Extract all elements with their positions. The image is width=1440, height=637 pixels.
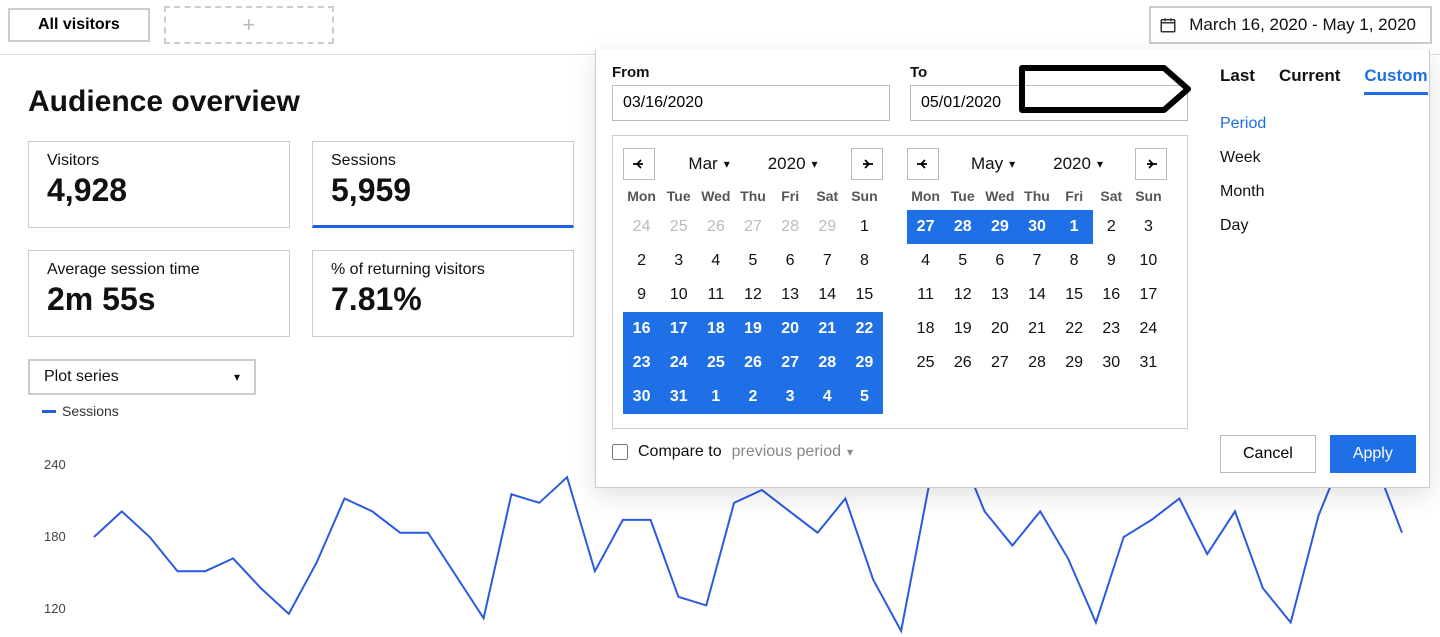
date-picker-main: From To M bbox=[596, 50, 1204, 487]
arrow-right-icon bbox=[859, 156, 875, 172]
cursor-annotation bbox=[1018, 64, 1194, 114]
compare-row: Compare to previous period ▾ bbox=[612, 443, 1188, 461]
calendar-to: May ▾ 2020 ▾ MonTueWedThuFriSatSun 27282… bbox=[907, 148, 1167, 414]
plot-series-label: Plot series bbox=[44, 368, 119, 386]
tab-custom[interactable]: Custom bbox=[1364, 64, 1427, 95]
tab-current[interactable]: Current bbox=[1279, 64, 1340, 95]
period-option-month[interactable]: Month bbox=[1220, 183, 1413, 201]
stat-value: 5,959 bbox=[331, 172, 555, 209]
date-range-label: March 16, 2020 - May 1, 2020 bbox=[1185, 8, 1430, 42]
plot-series-dropdown[interactable]: Plot series ▾ bbox=[28, 359, 256, 395]
chevron-down-icon: ▾ bbox=[812, 157, 818, 171]
chevron-down-icon: ▾ bbox=[724, 157, 730, 171]
stat-card-avg-session[interactable]: Average session time 2m 55s bbox=[28, 250, 290, 337]
prev-month-button[interactable] bbox=[623, 148, 655, 180]
stat-card-sessions[interactable]: Sessions 5,959 bbox=[312, 141, 574, 228]
stat-label: Sessions bbox=[331, 152, 555, 170]
period-option-day[interactable]: Day bbox=[1220, 217, 1413, 235]
legend-swatch bbox=[42, 410, 56, 413]
chevron-down-icon: ▾ bbox=[234, 370, 240, 384]
arrow-left-icon bbox=[915, 156, 931, 172]
period-options: Period Week Month Day bbox=[1220, 115, 1413, 235]
add-segment-button[interactable]: + bbox=[164, 6, 334, 44]
period-option-week[interactable]: Week bbox=[1220, 149, 1413, 167]
calendar-to-header: May ▾ 2020 ▾ bbox=[907, 148, 1167, 180]
date-inputs-row: From To bbox=[612, 64, 1188, 121]
calendar-from-grid[interactable]: 2425262728291234567891011121314151617181… bbox=[623, 210, 883, 414]
cancel-button[interactable]: Cancel bbox=[1220, 435, 1316, 473]
tab-last[interactable]: Last bbox=[1220, 64, 1255, 95]
next-month-button[interactable] bbox=[1135, 148, 1167, 180]
apply-button[interactable]: Apply bbox=[1330, 435, 1416, 473]
from-date-col: From bbox=[612, 64, 890, 121]
period-option-period[interactable]: Period bbox=[1220, 115, 1413, 133]
chevron-down-icon: ▾ bbox=[1009, 157, 1015, 171]
legend-series-name: Sessions bbox=[62, 403, 119, 419]
calendar-icon bbox=[1151, 8, 1185, 42]
date-range-button[interactable]: March 16, 2020 - May 1, 2020 bbox=[1149, 6, 1432, 44]
calendars: Mar ▾ 2020 ▾ MonTueWedThuFriSatSun 24252… bbox=[623, 148, 1177, 414]
calendar-from: Mar ▾ 2020 ▾ MonTueWedThuFriSatSun 24252… bbox=[623, 148, 883, 414]
prev-month-button[interactable] bbox=[907, 148, 939, 180]
range-tabs: Last Current Custom bbox=[1220, 64, 1413, 95]
compare-period-dropdown[interactable]: previous period ▾ bbox=[732, 443, 853, 461]
segment-all-visitors[interactable]: All visitors bbox=[8, 8, 150, 42]
y-tick: 180 bbox=[44, 529, 66, 544]
chevron-down-icon: ▾ bbox=[847, 445, 853, 459]
stat-card-returning[interactable]: % of returning visitors 7.81% bbox=[312, 250, 574, 337]
stat-label: Average session time bbox=[47, 261, 271, 279]
calendar-to-grid[interactable]: 2728293012345678910111213141516171819202… bbox=[907, 210, 1167, 380]
stat-value: 4,928 bbox=[47, 172, 271, 209]
y-tick: 120 bbox=[44, 601, 66, 616]
from-label: From bbox=[612, 64, 890, 81]
date-picker-side: Last Current Custom Period Week Month Da… bbox=[1204, 50, 1429, 487]
to-date-col: To bbox=[910, 64, 1188, 121]
y-tick: 240 bbox=[44, 457, 66, 472]
next-month-button[interactable] bbox=[851, 148, 883, 180]
stat-value: 2m 55s bbox=[47, 281, 271, 318]
from-date-input[interactable] bbox=[612, 85, 890, 121]
chevron-down-icon: ▾ bbox=[1097, 157, 1103, 171]
calendar-to-labels[interactable]: May ▾ 2020 ▾ bbox=[971, 154, 1103, 174]
calendar-from-labels[interactable]: Mar ▾ 2020 ▾ bbox=[688, 154, 817, 174]
arrow-left-icon bbox=[631, 156, 647, 172]
dow-header: MonTueWedThuFriSatSun bbox=[623, 188, 883, 204]
calendars-frame: Mar ▾ 2020 ▾ MonTueWedThuFriSatSun 24252… bbox=[612, 135, 1188, 429]
stat-label: Visitors bbox=[47, 152, 271, 170]
arrow-right-icon bbox=[1143, 156, 1159, 172]
dow-header: MonTueWedThuFriSatSun bbox=[907, 188, 1167, 204]
topbar: All visitors + March 16, 2020 - May 1, 2… bbox=[0, 0, 1440, 55]
stat-label: % of returning visitors bbox=[331, 261, 555, 279]
stat-card-visitors[interactable]: Visitors 4,928 bbox=[28, 141, 290, 228]
compare-checkbox[interactable] bbox=[612, 444, 628, 460]
picker-footer: Cancel Apply bbox=[1220, 235, 1413, 473]
date-picker-popover: From To M bbox=[595, 50, 1430, 488]
calendar-from-header: Mar ▾ 2020 ▾ bbox=[623, 148, 883, 180]
compare-label: Compare to bbox=[638, 443, 722, 461]
stat-value: 7.81% bbox=[331, 281, 555, 318]
